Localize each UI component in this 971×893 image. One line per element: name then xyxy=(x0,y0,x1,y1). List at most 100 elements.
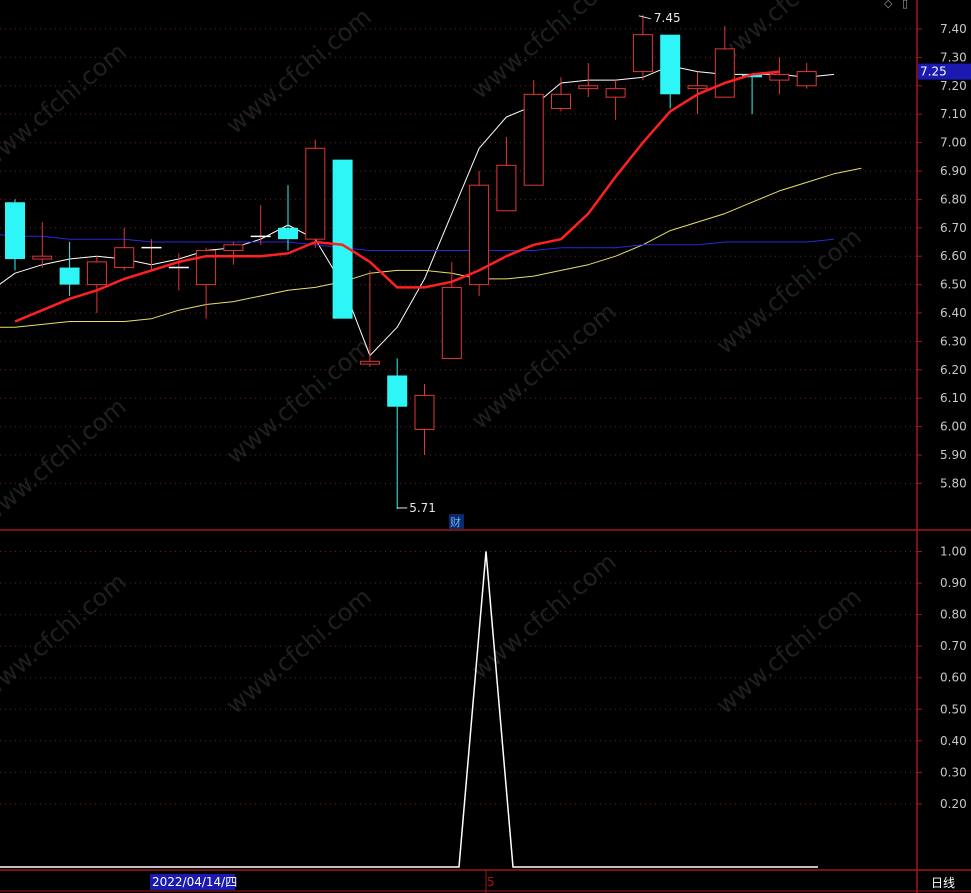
candle-body xyxy=(278,227,298,240)
candle xyxy=(332,159,353,319)
watermark: www.cfchi.com xyxy=(711,222,867,359)
candle-body xyxy=(387,375,408,407)
date-label: 2022/04/14/四 xyxy=(152,875,237,889)
watermark: www.cfchi.com xyxy=(466,0,622,105)
candle xyxy=(632,14,653,81)
candle xyxy=(250,205,271,245)
candle-body xyxy=(332,159,353,319)
chart-canvas: www.cfchi.com www.cfchi.com www.cfchi.com w… xyxy=(0,0,971,893)
candle xyxy=(660,34,681,109)
watermark: www.cfchi.com xyxy=(0,392,132,529)
candle xyxy=(114,227,135,271)
candle-body xyxy=(5,202,25,260)
candle-body xyxy=(359,360,380,365)
candle-body xyxy=(114,247,135,269)
candle xyxy=(469,171,490,296)
indicator-tick-label: 0.40 xyxy=(940,734,967,748)
max-pointer xyxy=(638,15,652,20)
y-tick-label: 6.50 xyxy=(940,278,967,292)
candle xyxy=(523,80,544,186)
candle xyxy=(414,384,435,455)
ma-red-line xyxy=(14,70,780,323)
candle-body xyxy=(441,286,462,359)
candle-body xyxy=(59,267,80,285)
y-tick-label: 6.70 xyxy=(940,221,967,235)
indicator-tick-label: 0.80 xyxy=(940,608,967,622)
y-tick-label: 5.90 xyxy=(940,448,967,462)
ma-lines xyxy=(0,65,862,357)
candle-body xyxy=(578,85,599,90)
indicator-tick-label: 0.90 xyxy=(940,576,967,590)
candle-body xyxy=(496,164,517,212)
candle xyxy=(742,74,763,115)
period-label: 日线 xyxy=(931,876,955,890)
scroll-icon[interactable]: ▯ xyxy=(902,0,908,10)
candle-body xyxy=(632,34,653,73)
candle-body xyxy=(523,93,544,186)
candle-body xyxy=(687,85,708,90)
marker-label: 5 xyxy=(487,875,495,889)
y-tick-label: 6.20 xyxy=(940,363,967,377)
candle xyxy=(769,57,790,95)
watermark: www.cfchi.com xyxy=(466,297,622,434)
y-tick-label: 6.10 xyxy=(940,391,967,405)
indicator-tick-label: 0.60 xyxy=(940,671,967,685)
candle xyxy=(387,358,408,509)
watermark: www.cfchi.com xyxy=(711,582,867,719)
y-tick-label: 6.80 xyxy=(940,192,967,206)
watermark: www.cfchi.com xyxy=(221,332,377,469)
candle-body xyxy=(769,73,790,81)
indicator-tick-label: 0.70 xyxy=(940,639,967,653)
candle-body xyxy=(32,255,53,260)
watermark: www.cfchi.com xyxy=(0,567,132,704)
indicator-tick-label: 1.00 xyxy=(940,545,967,559)
y-tick-label: 7.10 xyxy=(940,107,967,121)
candles xyxy=(5,14,817,509)
candle xyxy=(305,139,326,248)
watermark: www.cfchi.com xyxy=(466,547,622,684)
indicator-tick-label: 0.20 xyxy=(940,797,967,811)
y-tick-label: 6.30 xyxy=(940,334,967,348)
candle xyxy=(223,242,244,265)
last-price-label: 7.25 xyxy=(920,65,947,79)
ma-line xyxy=(0,65,835,357)
candle xyxy=(59,242,80,296)
diamond-icon[interactable]: ◇ xyxy=(884,0,892,10)
candle xyxy=(86,256,107,313)
indicator-tick-label: 0.50 xyxy=(940,702,967,716)
ma-line xyxy=(14,70,780,323)
y-tick-label: 7.30 xyxy=(940,50,967,64)
top-icons: ◇ ▯ xyxy=(884,0,916,10)
grid-lines xyxy=(0,28,917,805)
candle xyxy=(796,63,817,89)
candle-body xyxy=(796,71,817,87)
y-tick-label: 6.40 xyxy=(940,306,967,320)
event-badge: 财 xyxy=(450,515,461,529)
candle xyxy=(32,222,53,268)
candle xyxy=(5,199,25,271)
candle-body xyxy=(223,244,244,252)
y-tick-label: 6.00 xyxy=(940,420,967,434)
max-label: 7.45 xyxy=(654,11,681,25)
min-label: 5.71 xyxy=(409,501,436,515)
y-tick-label: 7.00 xyxy=(940,136,967,150)
y-tick-label: 6.90 xyxy=(940,164,967,178)
candle-body xyxy=(414,394,435,430)
candle-body xyxy=(305,147,326,240)
y-tick-label: 7.20 xyxy=(940,79,967,93)
y-tick-label: 7.40 xyxy=(940,22,967,36)
watermark: www.cfchi.com xyxy=(221,582,377,719)
indicator-tick-label: 0.30 xyxy=(940,765,967,779)
watermark-layer: www.cfchi.com www.cfchi.com www.cfchi.com w… xyxy=(0,0,867,720)
watermark: www.cfchi.com xyxy=(221,2,377,139)
candle-body xyxy=(714,48,735,98)
candle xyxy=(278,185,298,251)
watermark: www.cfchi.com xyxy=(0,37,132,174)
chart-frame xyxy=(0,0,971,893)
candle xyxy=(441,261,462,359)
y-tick-label: 6.60 xyxy=(940,249,967,263)
candle xyxy=(496,136,517,212)
candle-body xyxy=(86,261,107,286)
candle-body xyxy=(605,88,626,98)
candle xyxy=(605,80,626,120)
